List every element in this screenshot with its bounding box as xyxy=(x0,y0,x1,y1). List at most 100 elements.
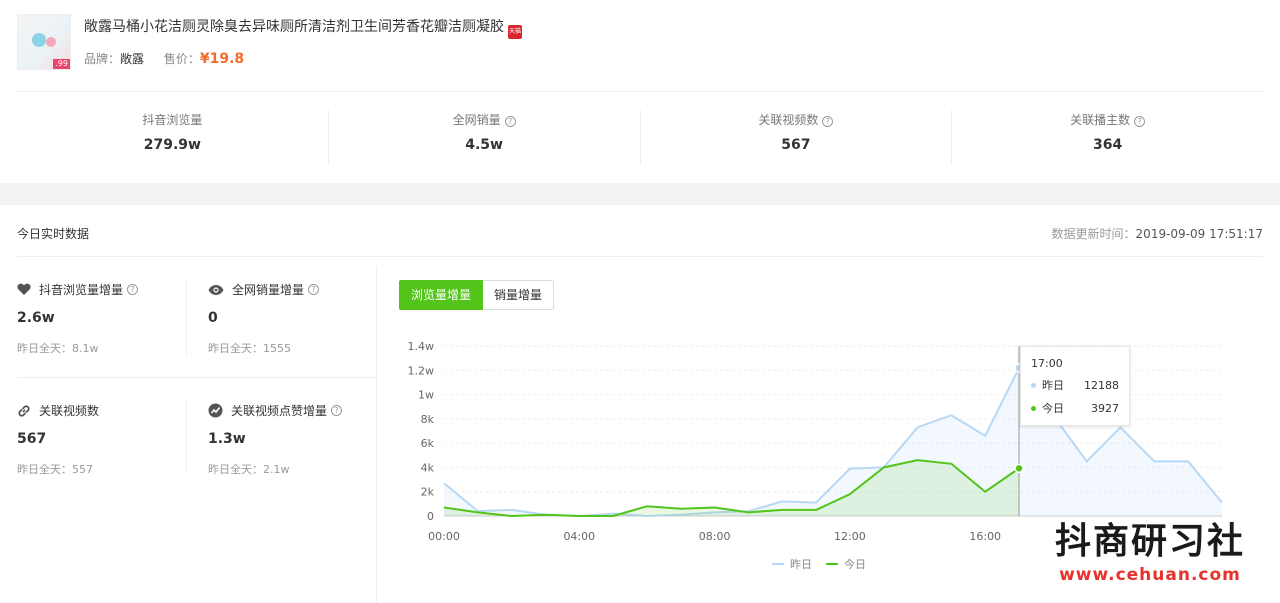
tooltip-time: 17:00 xyxy=(1031,357,1063,370)
metric-video-likes-increase: 关联视频点赞增量? 1.3w 昨日全天：2.1w xyxy=(208,402,378,477)
metric-label: 全网销量增量? xyxy=(208,281,378,298)
y-tick-label: 1.4w xyxy=(408,340,435,353)
chart-tooltip: 17:00 昨日 12188 今日 3927 xyxy=(1020,346,1130,426)
y-tick-label: 1w xyxy=(418,389,434,402)
metric-label-text: 关联视频点赞增量 xyxy=(231,404,328,418)
hover-point xyxy=(1014,463,1024,474)
product-title-text[interactable]: 敞露马桶小花洁厕灵除臭去异味厕所清洁剂卫生间芳香花瓣洁厕凝胶 xyxy=(84,19,504,35)
stat-label: 关联播主数? xyxy=(952,110,1263,130)
stat-value: 364 xyxy=(1093,137,1123,153)
help-icon[interactable]: ? xyxy=(127,284,139,295)
metric-sales-increase: 全网销量增量? 0 昨日全天：1555 xyxy=(208,281,378,356)
brand-value: 敞露 xyxy=(120,52,145,66)
divider xyxy=(17,377,376,378)
metric-related-videos: 关联视频数 567 昨日全天：557 xyxy=(17,402,187,477)
metric-previous: 昨日全天：2.1w xyxy=(208,463,290,476)
metric-label: 关联视频点赞增量? xyxy=(208,402,378,419)
stat-value: 4.5w xyxy=(465,137,503,153)
today-section-title: 今日实时数据 xyxy=(17,227,90,241)
thumbnail-price-tag: .99 xyxy=(53,59,70,69)
stat-value: 279.9w xyxy=(143,137,201,153)
divider xyxy=(186,400,187,474)
product-meta: 品牌：敞露 售价：¥19.8 xyxy=(84,50,244,67)
x-tick-label: 16:00 xyxy=(969,530,1001,543)
legend-dot xyxy=(1031,405,1036,411)
watermark-title: 抖商研习社 xyxy=(1055,521,1246,562)
product-title[interactable]: 敞露马桶小花洁厕灵除臭去异味厕所清洁剂卫生间芳香花瓣洁厕凝胶 天猫 xyxy=(84,16,522,39)
metric-value: 567 xyxy=(17,431,47,447)
update-time-value: 2019-09-09 17:51:17 xyxy=(1135,227,1263,241)
summary-stats: 抖音浏览量 279.9w 全网销量? 4.5w 关联视频数? 567 关联播主数… xyxy=(17,110,1263,164)
product-thumbnail[interactable]: .99 xyxy=(17,14,71,70)
metric-label-text: 关联视频数 xyxy=(39,404,100,418)
stat-creators: 关联播主数? 364 xyxy=(952,110,1263,164)
brand-label: 品牌： xyxy=(84,52,121,66)
stat-label-text: 全网销量 xyxy=(452,113,501,127)
stat-label: 抖音浏览量 xyxy=(142,113,203,127)
help-icon[interactable]: ? xyxy=(1134,116,1146,127)
help-icon[interactable]: ? xyxy=(822,116,834,127)
y-tick-label: 0 xyxy=(427,510,434,523)
update-time-label: 数据更新时间： xyxy=(1051,227,1136,241)
stat-label-text: 关联视频数 xyxy=(758,113,819,127)
watermark: 抖商研习社 www.cehuan.com xyxy=(1055,520,1245,586)
tmall-badge-icon: 天猫 xyxy=(508,25,522,39)
x-tick-label: 04:00 xyxy=(563,530,595,543)
help-icon[interactable]: ? xyxy=(331,405,343,416)
y-tick-label: 4k xyxy=(421,461,435,474)
metric-label: 关联视频数 xyxy=(17,402,187,419)
y-tick-label: 2k xyxy=(421,486,435,499)
price-label: 售价： xyxy=(163,52,200,66)
help-icon[interactable]: ? xyxy=(308,284,320,295)
thumbnail-graphic xyxy=(32,33,46,47)
product-header: .99 敞露马桶小花洁厕灵除臭去异味厕所清洁剂卫生间芳香花瓣洁厕凝胶 天猫 品牌：… xyxy=(0,0,1280,183)
divider xyxy=(17,91,1263,92)
section-gap xyxy=(0,183,1280,205)
price-value: ¥19.8 xyxy=(199,51,245,67)
link-icon xyxy=(18,404,30,417)
series-area-today xyxy=(444,460,1020,516)
tooltip-series-value: 3927 xyxy=(1091,401,1119,415)
chart-tabs: 浏览量增量 销量增量 xyxy=(399,280,555,310)
stat-label: 关联视频数? xyxy=(641,110,952,130)
y-tick-label: 1.2w xyxy=(408,364,435,377)
heart-icon xyxy=(17,283,31,295)
stat-sales: 全网销量? 4.5w xyxy=(329,110,641,164)
legend-dot xyxy=(1031,382,1036,388)
help-icon[interactable]: ? xyxy=(504,116,516,127)
metric-previous: 昨日全天：8.1w xyxy=(17,342,99,355)
tab-views-increase[interactable]: 浏览量增量 xyxy=(399,280,484,310)
tooltip-series-value: 12188 xyxy=(1084,378,1119,392)
metric-views-increase: 抖音浏览量增量? 2.6w 昨日全天：8.1w xyxy=(17,281,187,356)
stat-value: 567 xyxy=(781,137,811,153)
stat-label-text: 关联播主数 xyxy=(1070,113,1131,127)
stat-label: 全网销量? xyxy=(329,110,640,130)
tooltip-row-yesterday: 昨日 12188 xyxy=(1031,377,1119,393)
legend-label: 昨日 xyxy=(790,558,812,571)
divider xyxy=(17,256,1263,257)
metric-label-text: 全网销量增量 xyxy=(232,283,305,297)
x-tick-label: 12:00 xyxy=(834,530,866,543)
tab-sales-increase[interactable]: 销量增量 xyxy=(483,280,555,310)
metric-label: 抖音浏览量增量? xyxy=(17,281,187,298)
legend-label: 今日 xyxy=(844,557,866,571)
stat-videos: 关联视频数? 567 xyxy=(641,110,953,164)
watermark-url: www.cehuan.com xyxy=(1059,565,1241,585)
trend-icon xyxy=(208,403,223,418)
y-tick-label: 8k xyxy=(421,413,435,426)
metric-value: 0 xyxy=(208,310,218,326)
metric-value: 1.3w xyxy=(208,431,246,447)
metric-value: 2.6w xyxy=(17,310,55,326)
divider xyxy=(186,281,187,355)
tooltip-series-name: 昨日 xyxy=(1042,379,1064,392)
stat-views: 抖音浏览量 279.9w xyxy=(17,110,329,164)
tooltip-row-today: 今日 3927 xyxy=(1031,400,1119,416)
metric-previous: 昨日全天：557 xyxy=(17,463,93,476)
thumbnail-graphic xyxy=(46,37,56,47)
y-tick-label: 6k xyxy=(421,437,435,450)
metric-label-text: 抖音浏览量增量 xyxy=(39,283,124,297)
metric-previous: 昨日全天：1555 xyxy=(208,342,291,355)
x-tick-label: 00:00 xyxy=(428,530,460,543)
tooltip-series-name: 今日 xyxy=(1042,402,1064,415)
eye-icon xyxy=(208,284,224,295)
